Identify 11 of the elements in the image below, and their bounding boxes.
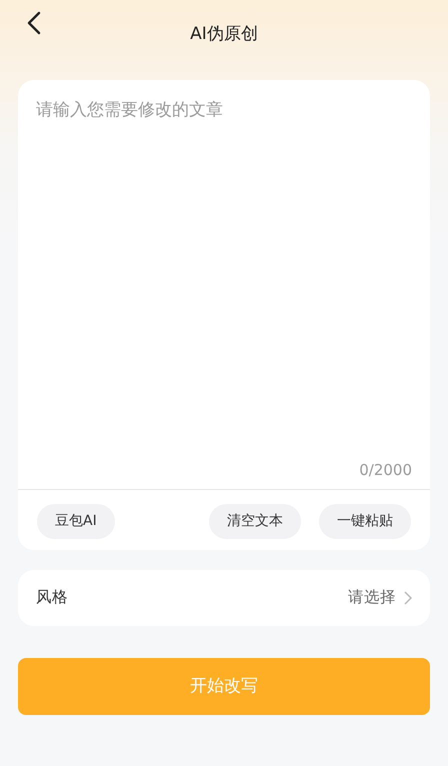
action-button[interactable]: 清空文本	[209, 504, 301, 539]
style-row[interactable]: 风格 请选择	[18, 570, 430, 626]
style-label: 风格	[36, 587, 68, 608]
style-value: 请选择	[348, 587, 396, 608]
character-counter: 0/2000	[359, 460, 412, 478]
chevron-right-icon	[404, 591, 412, 605]
action-button[interactable]: 一键粘贴	[319, 504, 411, 539]
article-input[interactable]: 请输入您需要修改的文章	[18, 80, 430, 458]
back-icon	[27, 10, 41, 35]
action-button[interactable]: 豆包AI	[37, 504, 115, 539]
page-title: AI伪原创	[190, 24, 258, 44]
